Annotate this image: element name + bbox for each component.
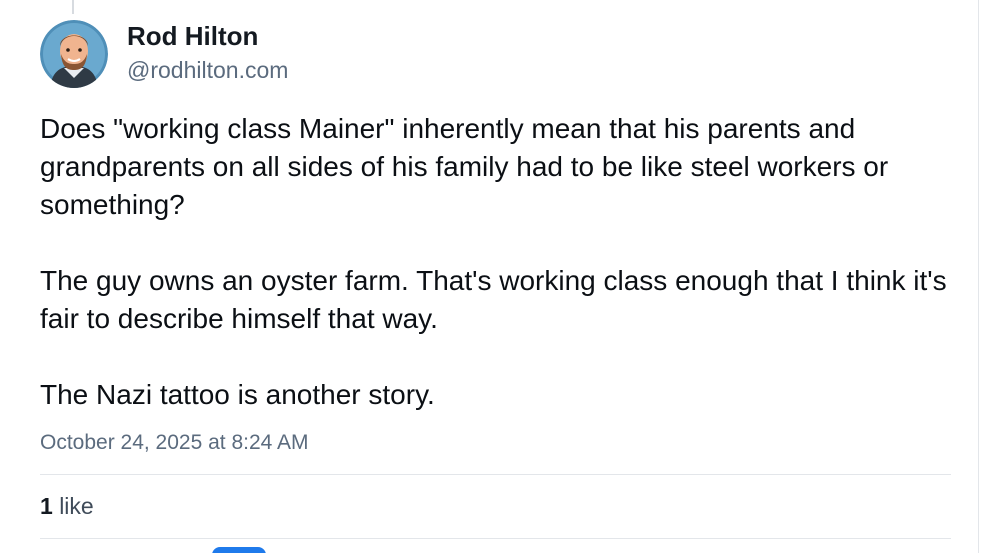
like-count: 1 [40, 493, 53, 519]
like-label: like [59, 493, 94, 519]
post-paragraph: The guy owns an oyster farm. That's work… [40, 265, 947, 334]
panel-border [978, 0, 979, 553]
divider [40, 474, 951, 475]
divider [40, 538, 951, 539]
likes-link[interactable]: 1 like [40, 493, 94, 520]
action-button-partial[interactable] [212, 547, 266, 553]
post-text: Does "working class Mainer" inherently m… [40, 110, 960, 414]
author-avatar[interactable] [40, 20, 108, 88]
user-avatar-icon [40, 20, 108, 88]
post-timestamp[interactable]: October 24, 2025 at 8:24 AM [40, 431, 309, 455]
author-name[interactable]: Rod Hilton [127, 21, 258, 52]
post-paragraph: Does "working class Mainer" inherently m… [40, 113, 889, 220]
post-paragraph: The Nazi tattoo is another story. [40, 379, 435, 410]
thread-connector-line [72, 0, 74, 14]
author-handle[interactable]: @rodhilton.com [127, 57, 288, 84]
post-container: Rod Hilton @rodhilton.com Does "working … [0, 0, 1000, 553]
